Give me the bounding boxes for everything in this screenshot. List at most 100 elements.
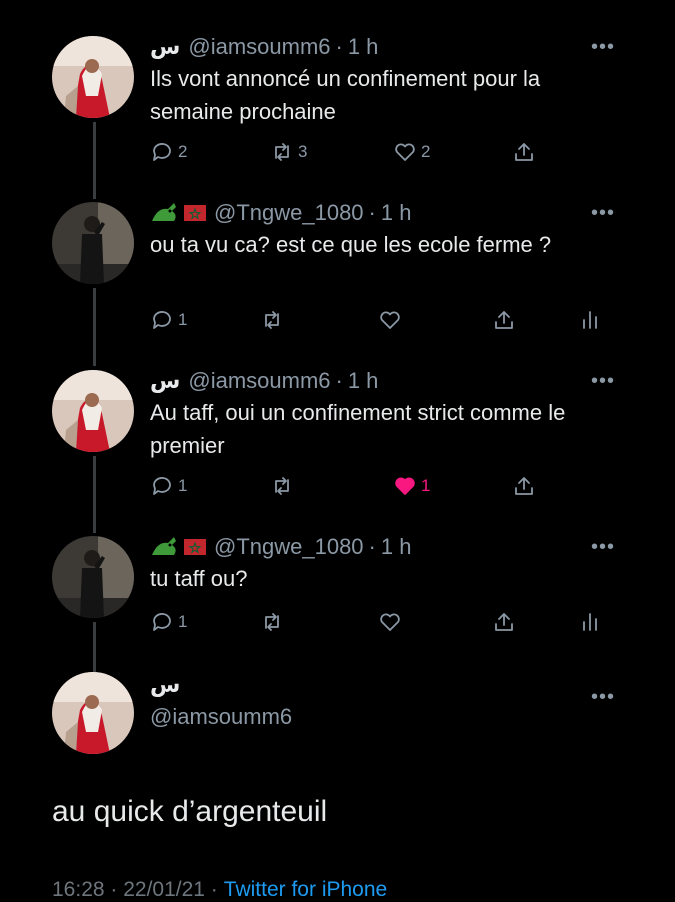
crocodile-emoji-icon (152, 537, 176, 555)
analytics-icon (583, 311, 597, 329)
heart-icon (380, 311, 400, 329)
retweet-icon (275, 143, 289, 161)
display-name[interactable]: س (150, 672, 180, 698)
more-options-icon[interactable]: ••• (591, 370, 615, 393)
display-name[interactable]: س (150, 368, 180, 394)
timestamp[interactable]: 1 h (348, 368, 379, 394)
tweet-actions: 1 (150, 308, 610, 334)
like-button[interactable] (378, 308, 406, 332)
tweet-header: @Tngwe_1080 · 1 h (150, 532, 411, 562)
analytics-button[interactable] (578, 308, 606, 332)
share-icon (495, 613, 513, 631)
heart-icon (395, 143, 415, 161)
retweet-icon (265, 311, 279, 329)
tweet-header: س @iamsoumm6 · 1 h (150, 366, 378, 396)
like-count: 2 (421, 142, 431, 161)
reply-icon (153, 143, 171, 161)
separator-dot: · (368, 200, 376, 225)
profile-photo-iamsoumm6 (52, 36, 134, 118)
username[interactable]: @iamsoumm6 (188, 34, 330, 60)
reply-button[interactable]: 1 (150, 474, 187, 498)
timestamp[interactable]: 1 h (381, 534, 412, 560)
tweet-text: ou ta vu ca? est ce que les ecole ferme … (150, 232, 552, 257)
share-button[interactable] (512, 140, 540, 164)
like-button[interactable]: 2 (393, 140, 430, 164)
separator-dot: · (368, 534, 376, 559)
tweet-metadata: 16:28 · 22/01/21 · Twitter for iPhone (52, 878, 387, 902)
reply-count: 1 (178, 310, 188, 329)
separator-dot: · (335, 368, 343, 393)
main-tweet: س @iamsoumm6 ••• (0, 672, 675, 754)
like-button[interactable] (378, 610, 406, 634)
retweet-count: 3 (298, 142, 308, 161)
share-button[interactable] (512, 474, 540, 498)
tweet-header: س @iamsoumm6 · 1 h (150, 32, 378, 62)
profile-photo-tngwe (52, 202, 134, 284)
username[interactable]: @iamsoumm6 (188, 368, 330, 394)
avatar[interactable] (52, 536, 134, 618)
morocco-flag-icon (184, 205, 206, 221)
heart-filled-icon (395, 477, 415, 495)
tweet-actions: 1 1 (150, 474, 610, 500)
retweet-button[interactable] (260, 610, 288, 634)
display-name[interactable]: س (150, 34, 180, 60)
share-icon (515, 143, 533, 161)
profile-photo-iamsoumm6 (52, 370, 134, 452)
separator-dot: · (335, 34, 343, 59)
name-emojis (150, 535, 206, 559)
reply-icon (153, 477, 171, 495)
crocodile-emoji-icon (152, 203, 176, 221)
tweet-timestamp[interactable]: 16:28 · 22/01/21 · (52, 878, 218, 902)
reply-button[interactable]: 1 (150, 308, 187, 332)
username[interactable]: @Tngwe_1080 (214, 534, 364, 560)
retweet-icon (265, 613, 279, 631)
reply-button[interactable]: 1 (150, 610, 187, 634)
retweet-icon (275, 477, 289, 495)
more-options-icon[interactable]: ••• (591, 36, 615, 59)
like-button[interactable]: 1 (393, 474, 430, 498)
reply-icon (153, 613, 171, 631)
retweet-button[interactable]: 3 (270, 140, 307, 164)
share-icon (515, 477, 533, 495)
avatar[interactable] (52, 370, 134, 452)
tweet-text: Ils vont annoncé un confinement pour la … (150, 66, 541, 124)
reply-count: 1 (178, 612, 188, 631)
tweet-actions: 1 (150, 610, 610, 636)
morocco-flag-icon (184, 539, 206, 555)
more-options-icon[interactable]: ••• (591, 536, 615, 559)
username[interactable]: @Tngwe_1080 (214, 200, 364, 226)
tweet-source[interactable]: Twitter for iPhone (224, 878, 387, 902)
name-emojis (150, 201, 206, 225)
timestamp[interactable]: 1 h (348, 34, 379, 60)
reply-tweet[interactable]: @Tngwe_1080 · 1 h ••• ou ta vu ca? est c… (0, 198, 675, 348)
tweet-actions: 2 3 2 (150, 140, 610, 166)
more-options-icon[interactable]: ••• (591, 202, 615, 225)
retweet-button[interactable] (270, 474, 298, 498)
timestamp[interactable]: 1 h (381, 200, 412, 226)
reply-button[interactable]: 2 (150, 140, 187, 164)
reply-icon (153, 311, 171, 329)
profile-photo-iamsoumm6 (52, 672, 134, 754)
share-button[interactable] (492, 308, 520, 332)
avatar[interactable] (52, 36, 134, 118)
avatar[interactable] (52, 672, 134, 754)
reply-count: 2 (178, 142, 188, 161)
analytics-icon (583, 613, 597, 631)
username[interactable]: @iamsoumm6 (150, 704, 292, 730)
reply-tweet[interactable]: س @iamsoumm6 · 1 h ••• Au taff, oui un c… (0, 366, 675, 516)
reply-tweet[interactable]: @Tngwe_1080 · 1 h ••• tu taff ou? 1 (0, 532, 675, 652)
reply-count: 1 (178, 476, 188, 495)
profile-photo-tngwe (52, 536, 134, 618)
retweet-button[interactable] (260, 308, 288, 332)
avatar[interactable] (52, 202, 134, 284)
tweet-text: tu taff ou? (150, 566, 248, 591)
main-tweet-text: au quick d’argenteuil (52, 795, 328, 828)
analytics-button[interactable] (578, 610, 606, 634)
like-count: 1 (421, 476, 431, 495)
heart-icon (380, 613, 400, 631)
tweet-text: Au taff, oui un confinement strict comme… (150, 400, 566, 458)
more-options-icon[interactable]: ••• (591, 686, 615, 709)
share-button[interactable] (492, 610, 520, 634)
share-icon (495, 311, 513, 329)
reply-tweet[interactable]: س @iamsoumm6 · 1 h ••• Ils vont annoncé … (0, 32, 675, 182)
